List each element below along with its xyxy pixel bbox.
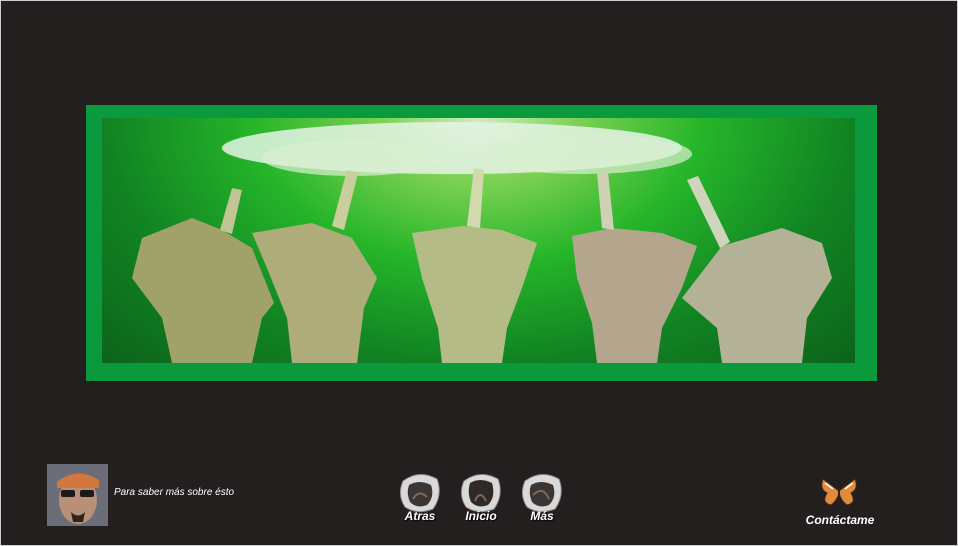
contact-label: Contáctame: [805, 513, 875, 527]
home-label: Inicio: [465, 509, 497, 523]
avatar[interactable]: [47, 464, 108, 526]
sculptures-illustration: [102, 118, 855, 363]
page-frame: Para saber más sobre ésto Atras Inicio M…: [0, 0, 958, 546]
more-button[interactable]: Más: [517, 471, 567, 527]
more-label: Más: [530, 509, 554, 523]
contact-button[interactable]: Contáctame: [797, 475, 883, 530]
home-button[interactable]: Inicio: [456, 471, 506, 527]
unicorn-sculptures-image: [102, 118, 855, 363]
butterfly-icon: [821, 478, 857, 506]
about-link[interactable]: Para saber más sobre ésto: [114, 487, 234, 498]
avatar-portrait: [47, 464, 108, 526]
back-label: Atras: [404, 509, 436, 523]
banner-image-frame: [86, 105, 877, 381]
back-button[interactable]: Atras: [395, 471, 445, 527]
